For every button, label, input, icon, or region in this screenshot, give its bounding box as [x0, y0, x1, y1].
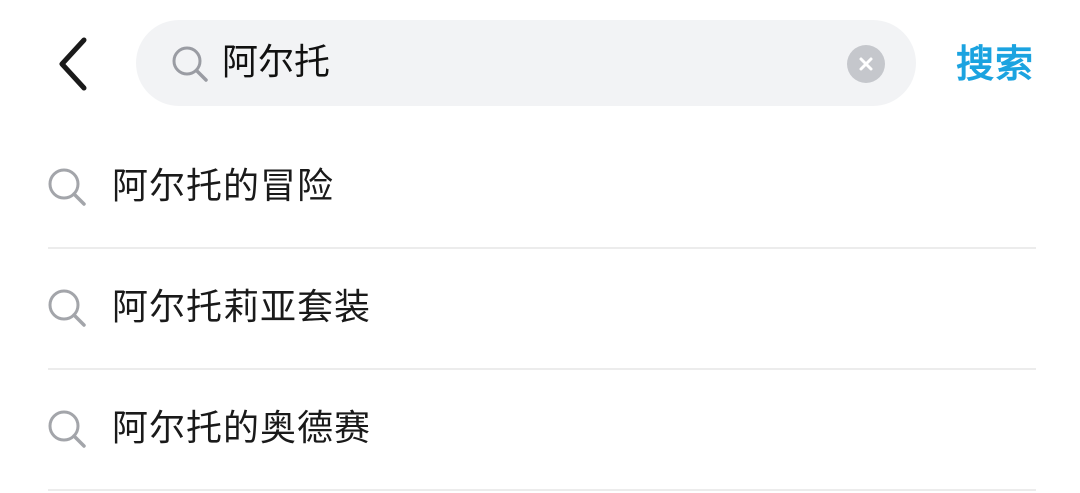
suggestion-item[interactable]: 阿尔托的奥德赛 — [0, 370, 1080, 491]
search-icon — [46, 166, 88, 208]
suggestion-label: 阿尔托的奥德赛 — [112, 408, 372, 449]
suggestion-item[interactable]: 阿尔托莉亚套装 — [0, 249, 1080, 370]
search-input[interactable] — [222, 20, 822, 106]
suggestion-label: 阿尔托的冒险 — [112, 166, 335, 207]
search-button[interactable]: 搜索 — [956, 36, 1034, 92]
search-icon — [46, 287, 88, 329]
back-button[interactable] — [48, 34, 102, 94]
search-icon — [46, 408, 88, 450]
chevron-left-icon — [59, 37, 87, 91]
suggestion-label: 阿尔托莉亚套装 — [112, 287, 372, 328]
search-header: 搜索 — [0, 0, 1080, 128]
suggestion-item[interactable]: 阿尔托的冒险 — [0, 128, 1080, 249]
suggestion-list: 阿尔托的冒险 阿尔托莉亚套装 阿尔托的奥德赛 — [0, 128, 1080, 491]
clear-icon — [859, 57, 873, 71]
divider — [48, 489, 1036, 491]
clear-search-button[interactable] — [847, 45, 885, 83]
search-bar[interactable] — [136, 20, 916, 106]
search-icon — [170, 44, 210, 84]
